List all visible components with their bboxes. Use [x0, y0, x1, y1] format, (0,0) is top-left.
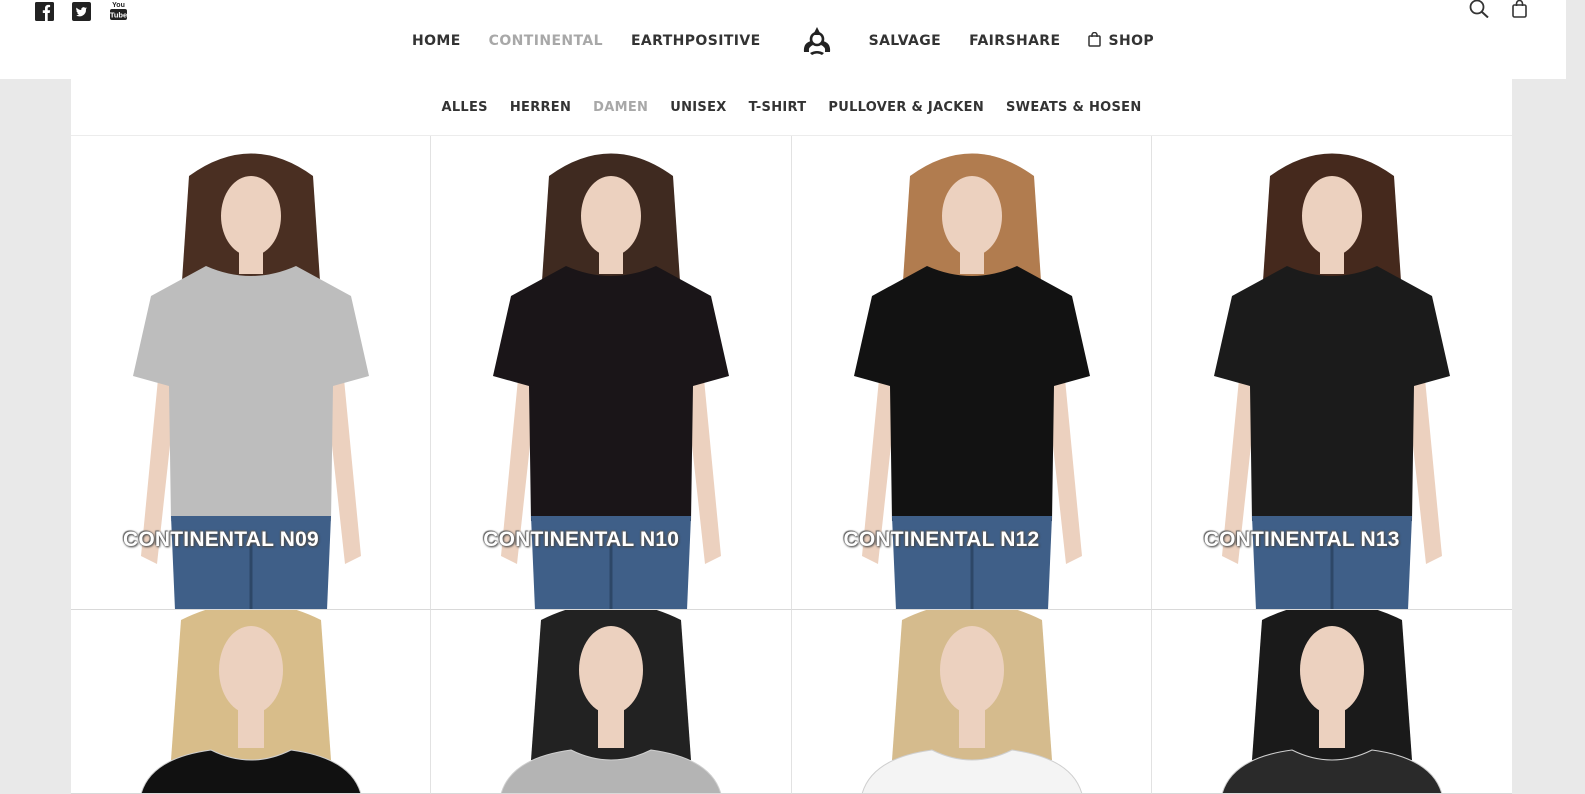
facebook-icon[interactable]: [35, 0, 54, 21]
main-nav-right: SALVAGE FAIRSHARE SHOP: [869, 31, 1155, 51]
product-image: [140, 610, 362, 793]
product-card[interactable]: [1151, 610, 1512, 794]
nav-fairshare[interactable]: FAIRSHARE: [969, 33, 1060, 49]
search-icon[interactable]: [1468, 0, 1490, 18]
product-title: CONTINENTAL N09: [123, 528, 319, 551]
shopping-bag-icon: [1088, 31, 1102, 51]
filter-herren[interactable]: HERREN: [510, 100, 571, 115]
nav-home[interactable]: HOME: [412, 33, 461, 49]
filter-damen[interactable]: DAMEN: [593, 100, 648, 115]
cart-icon[interactable]: [1508, 0, 1530, 18]
product-card[interactable]: CONTINENTAL N10: [431, 136, 792, 610]
product-title: CONTINENTAL N12: [843, 528, 1040, 551]
main-navigation: HOME CONTINENTAL EARTHPOSITIVE SALVAGE F…: [0, 27, 1566, 55]
nav-salvage[interactable]: SALVAGE: [869, 33, 942, 49]
model-figure: [861, 610, 1082, 793]
model-figure: [1221, 610, 1442, 793]
filter-unisex[interactable]: UNISEX: [670, 100, 726, 115]
twitter-icon[interactable]: [72, 0, 91, 21]
product-title: CONTINENTAL N10: [483, 528, 680, 551]
social-links: You Tube: [35, 0, 128, 21]
product-card[interactable]: [791, 610, 1152, 794]
brand-logo[interactable]: [799, 24, 835, 58]
filter-alles[interactable]: ALLES: [441, 100, 487, 115]
nav-shop[interactable]: SHOP: [1088, 31, 1155, 51]
product-image: [861, 610, 1082, 793]
main-nav-left: HOME CONTINENTAL EARTHPOSITIVE: [412, 33, 761, 49]
model-figure: [501, 610, 722, 793]
product-card[interactable]: CONTINENTAL N13: [1151, 136, 1512, 610]
product-card[interactable]: [431, 610, 792, 794]
nav-earthpositive[interactable]: EARTHPOSITIVE: [631, 33, 761, 49]
filter-sweats-hosen[interactable]: SWEATS & HOSEN: [1006, 100, 1142, 115]
category-filter-bar: ALLES HERREN DAMEN UNISEX T-SHIRT PULLOV…: [71, 79, 1512, 136]
product-card[interactable]: [71, 610, 432, 794]
nav-shop-label: SHOP: [1108, 33, 1155, 49]
product-container: ALLES HERREN DAMEN UNISEX T-SHIRT PULLOV…: [71, 79, 1512, 794]
header-tools: [1468, 0, 1530, 18]
product-image: [1221, 610, 1442, 793]
product-card[interactable]: CONTINENTAL N12: [791, 136, 1152, 610]
filter-pullover-jacken[interactable]: PULLOVER & JACKEN: [828, 100, 984, 115]
product-title: CONTINENTAL N13: [1203, 528, 1400, 551]
svg-text:You: You: [112, 2, 125, 9]
model-figure: [140, 610, 362, 793]
svg-text:Tube: Tube: [110, 11, 127, 20]
filter-t-shirt[interactable]: T-SHIRT: [749, 100, 807, 115]
product-image: [501, 610, 722, 793]
product-card[interactable]: CONTINENTAL N09: [71, 136, 432, 610]
nav-continental[interactable]: CONTINENTAL: [489, 33, 603, 49]
youtube-icon[interactable]: You Tube: [109, 0, 128, 21]
product-grid: CONTINENTAL N09 CONTINENTAL N10 CONTINEN…: [71, 136, 1512, 794]
site-header: You Tube HOME CONTINENTAL EARTHPOSITIVE S…: [0, 0, 1566, 79]
